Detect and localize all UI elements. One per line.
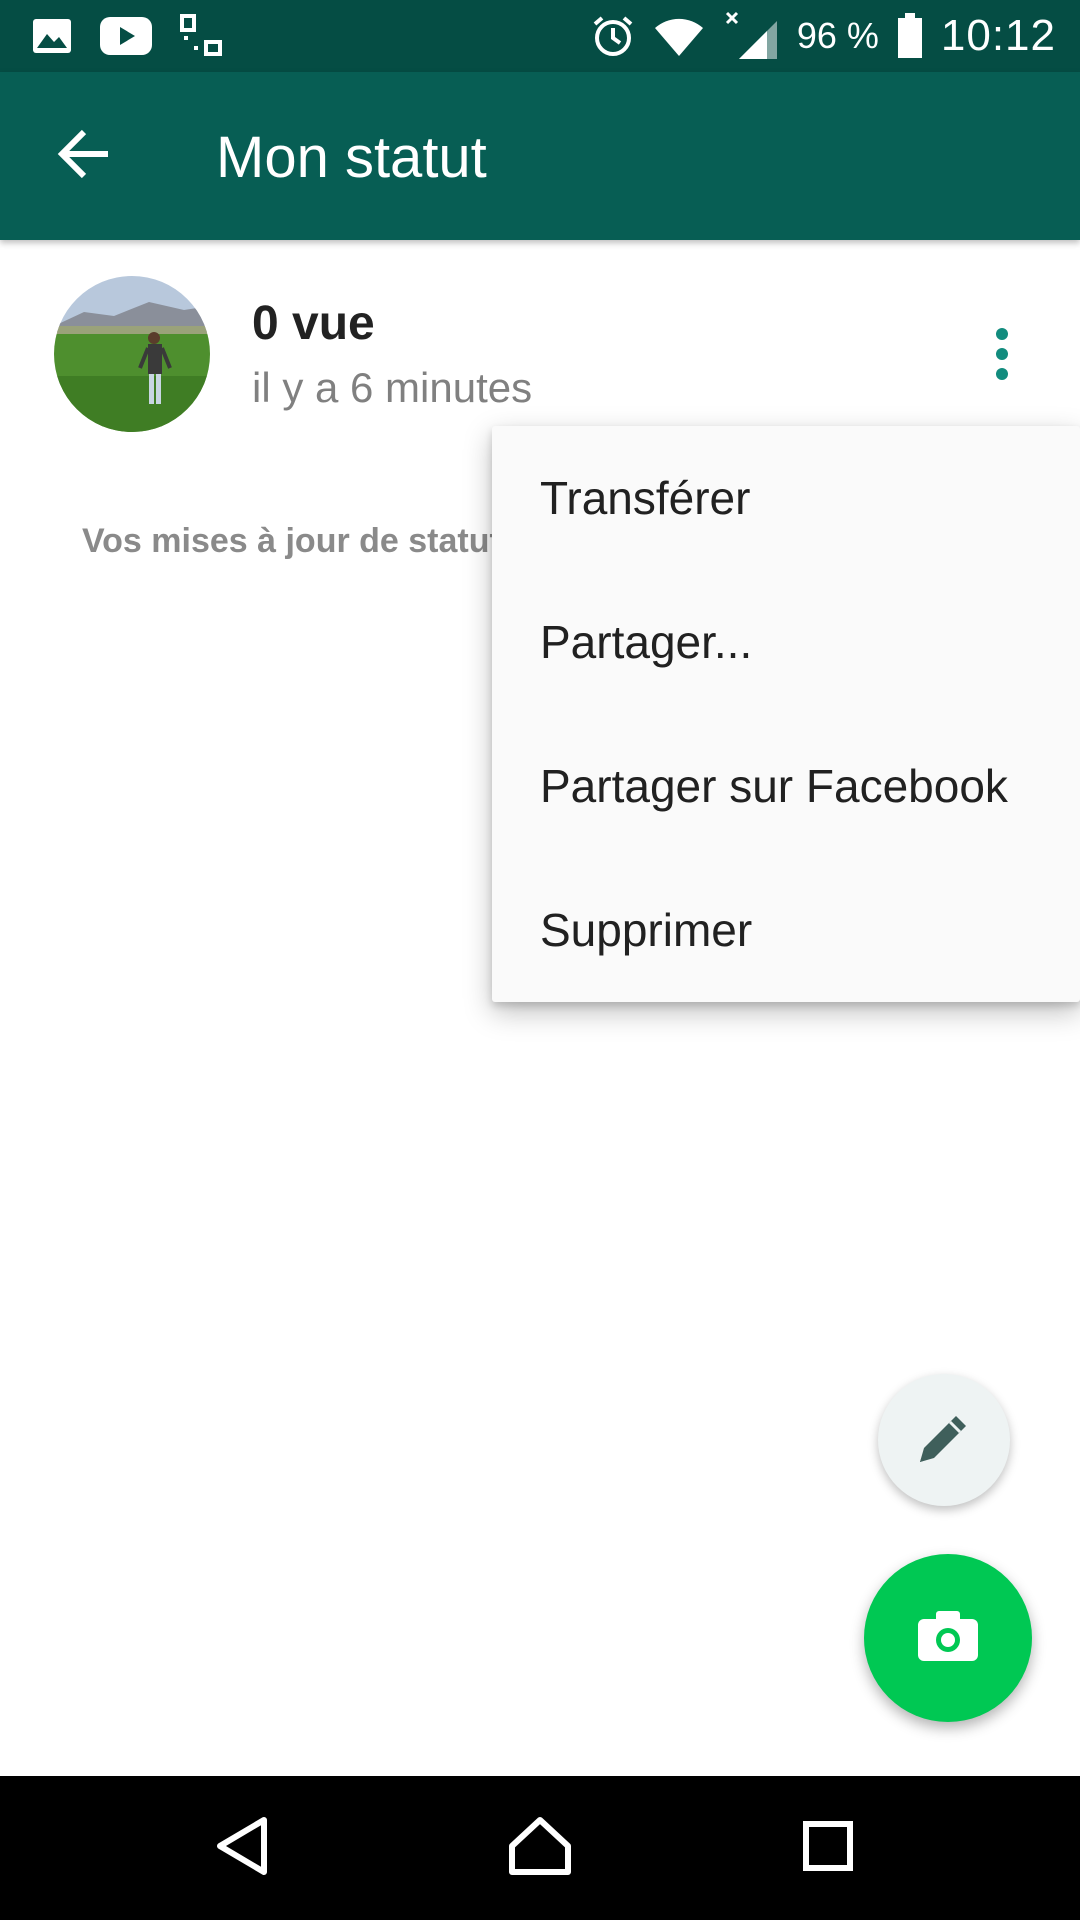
menu-item-share-facebook[interactable]: Partager sur Facebook (492, 714, 1080, 858)
app-bar: Mon statut (0, 72, 1080, 240)
more-vert-icon (994, 327, 1010, 385)
pencil-icon (916, 1410, 972, 1471)
nav-back-button[interactable] (182, 1800, 302, 1896)
screen: 96 % 10:12 Mon statut 0 vue il y a 6 min… (0, 0, 1080, 1920)
camera-status-button[interactable] (864, 1554, 1032, 1722)
view-count: 0 vue (252, 297, 375, 350)
page-title: Mon statut (216, 125, 487, 190)
menu-item-delete[interactable]: Supprimer (492, 858, 1080, 1002)
gallery-icon (32, 18, 72, 54)
text-status-button[interactable] (878, 1374, 1010, 1506)
battery-percent: 96 % (796, 15, 879, 56)
status-bar: 96 % 10:12 (0, 0, 1080, 72)
more-options-button[interactable] (974, 320, 1030, 392)
alarm-icon (591, 14, 635, 58)
notification-icons (32, 12, 224, 60)
clock: 10:12 (940, 11, 1056, 60)
home-icon (508, 1816, 572, 1881)
navigation-bar (0, 1776, 1080, 1920)
system-icons: 96 % 10:12 (591, 8, 1056, 64)
nav-recents-button[interactable] (768, 1800, 888, 1896)
signal-icon (723, 11, 779, 61)
recents-icon (802, 1820, 854, 1877)
wifi-icon (653, 14, 705, 58)
nav-home-button[interactable] (480, 1800, 600, 1896)
my-status-row[interactable]: 0 vue il y a 6 minutes (0, 240, 1080, 440)
status-time: il y a 6 minutes (252, 364, 533, 411)
camera-icon (916, 1609, 980, 1668)
arrow-back-icon (56, 128, 112, 185)
context-menu: Transférer Partager... Partager sur Face… (492, 426, 1080, 1002)
menu-item-share[interactable]: Partager... (492, 570, 1080, 714)
battery-icon (897, 13, 923, 59)
menu-item-forward[interactable]: Transférer (492, 426, 1080, 570)
qr-scan-icon (180, 14, 224, 58)
status-info-text: Vos mises à jour de statut (82, 522, 501, 560)
back-button[interactable] (36, 112, 132, 200)
back-triangle-icon (214, 1816, 270, 1881)
youtube-icon (100, 17, 152, 55)
status-thumbnail[interactable] (54, 276, 210, 432)
